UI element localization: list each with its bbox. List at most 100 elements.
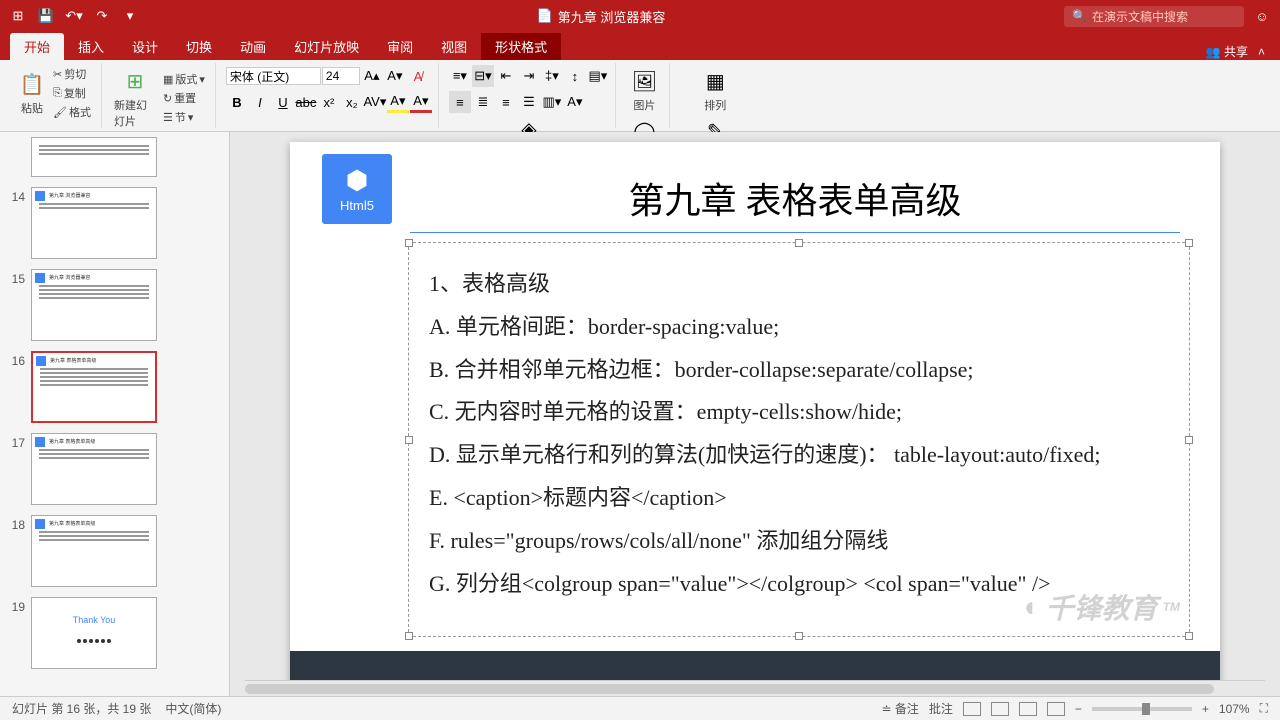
resize-handle[interactable] xyxy=(405,436,413,444)
slideshow-view-button[interactable] xyxy=(1047,702,1065,716)
increase-indent-button[interactable]: ⇥ xyxy=(518,65,540,87)
slide-title[interactable]: 第九章 表格表单高级 xyxy=(410,172,1180,233)
language-indicator[interactable]: 中文(简体) xyxy=(165,700,221,717)
tab-view[interactable]: 视图 xyxy=(427,33,481,60)
horizontal-scrollbar[interactable] xyxy=(245,680,1265,696)
user-icon[interactable]: ☺ xyxy=(1254,8,1270,24)
redo-icon[interactable]: ↷ xyxy=(94,8,110,24)
align-right-button[interactable]: ≡ xyxy=(495,91,517,113)
zoom-out-button[interactable]: − xyxy=(1075,702,1082,716)
normal-view-button[interactable] xyxy=(963,702,981,716)
slide-thumbnail[interactable] xyxy=(31,137,157,177)
content-line[interactable]: E. <caption>标题内容</caption> xyxy=(429,483,1169,514)
fit-window-button[interactable]: ⛶ xyxy=(1260,701,1268,716)
bullets-button[interactable]: ≡▾ xyxy=(449,65,471,87)
section-button[interactable]: ☰ 节 ▾ xyxy=(159,108,209,126)
tab-slideshow[interactable]: 幻灯片放映 xyxy=(280,33,373,60)
autosave-icon[interactable]: ⊞ xyxy=(10,8,26,24)
notes-button[interactable]: ≐ 备注 xyxy=(881,700,918,717)
sorter-view-button[interactable] xyxy=(991,702,1009,716)
content-line[interactable]: D. 显示单元格行和列的算法(加快运行的速度)： table-layout:au… xyxy=(429,440,1169,471)
zoom-level[interactable]: 107% xyxy=(1219,702,1250,716)
resize-handle[interactable] xyxy=(795,239,803,247)
zoom-slider[interactable] xyxy=(1092,707,1192,711)
paste-button[interactable]: 📋 粘贴 xyxy=(16,68,48,118)
slide-counter: 幻灯片 第 16 张，共 19 张 xyxy=(12,700,151,717)
font-name-select[interactable] xyxy=(226,67,321,85)
strike-button[interactable]: abc xyxy=(295,91,317,113)
slide-thumbnail[interactable]: Thank You xyxy=(31,597,157,669)
italic-button[interactable]: I xyxy=(249,91,271,113)
numbering-button[interactable]: ⊟▾ xyxy=(472,65,494,87)
content-line[interactable]: F. rules="groups/rows/cols/all/none" 添加组… xyxy=(429,526,1169,557)
subscript-button[interactable]: x₂ xyxy=(341,91,363,113)
bold-button[interactable]: B xyxy=(226,91,248,113)
tab-shapeformat[interactable]: 形状格式 xyxy=(481,33,561,60)
copy-button[interactable]: ⎘ 复制 xyxy=(49,84,95,102)
slide-footer-bar xyxy=(290,651,1220,680)
resize-handle[interactable] xyxy=(405,239,413,247)
slide-thumbnail-panel[interactable]: 14第九章 浏览器兼容 15第九章 浏览器兼容 16第九章 表格表单高级 17第… xyxy=(0,132,230,696)
font-color-button[interactable]: A▾ xyxy=(410,91,432,113)
content-line[interactable]: 1、表格高级 xyxy=(429,269,1169,300)
tab-design[interactable]: 设计 xyxy=(118,33,172,60)
char-spacing-button[interactable]: AV▾ xyxy=(364,91,386,113)
layout-button[interactable]: ▦ 版式 ▾ xyxy=(159,70,209,88)
tab-insert[interactable]: 插入 xyxy=(64,33,118,60)
picture-button[interactable]: 🖼 图片 xyxy=(628,65,660,115)
zoom-in-button[interactable]: + xyxy=(1202,702,1209,716)
slide-content-textbox[interactable]: 1、表格高级 A. 单元格间距：border-spacing:value; B.… xyxy=(408,242,1190,637)
text-direction-button[interactable]: ↕ xyxy=(564,65,586,87)
line-spacing-button[interactable]: ‡▾ xyxy=(541,65,563,87)
qat-dropdown-icon[interactable]: ▾ xyxy=(122,8,138,24)
paste-icon: 📋 xyxy=(18,70,46,98)
superscript-button[interactable]: x² xyxy=(318,91,340,113)
align-text-button[interactable]: ▤▾ xyxy=(587,65,609,87)
undo-icon[interactable]: ↶▾ xyxy=(66,8,82,24)
tab-animation[interactable]: 动画 xyxy=(226,33,280,60)
reset-button[interactable]: ↻ 重置 xyxy=(159,89,209,107)
comments-button[interactable]: 批注 xyxy=(929,700,953,717)
new-slide-icon: ⊞ xyxy=(121,67,149,95)
highlight-button[interactable]: A▾ xyxy=(387,91,409,113)
tab-start[interactable]: 开始 xyxy=(10,33,64,60)
slide-thumbnail-selected[interactable]: 第九章 表格表单高级 xyxy=(31,351,157,423)
new-slide-button[interactable]: ⊞ 新建幻灯片 xyxy=(112,65,158,131)
tab-review[interactable]: 审阅 xyxy=(373,33,427,60)
share-button[interactable]: 👥 共享 xyxy=(1206,43,1248,60)
slide-thumbnail[interactable]: 第九章 表格表单高级 xyxy=(31,515,157,587)
justify-button[interactable]: ☰ xyxy=(518,91,540,113)
watermark: ◐ 千锋教育TM xyxy=(1024,587,1180,627)
cut-button[interactable]: ✂ 剪切 xyxy=(49,65,95,83)
arrange-button[interactable]: ▦ 排列 xyxy=(699,65,731,115)
align-left-button[interactable]: ≡ xyxy=(449,91,471,113)
slide-canvas[interactable]: ⬢ Html5 第九章 表格表单高级 1、表格高级 A. xyxy=(290,142,1220,680)
increase-font-button[interactable]: A▴ xyxy=(361,65,383,87)
content-line[interactable]: B. 合并相邻单元格边框：border-collapse:separate/co… xyxy=(429,355,1169,386)
content-line[interactable]: C. 无内容时单元格的设置：empty-cells:show/hide; xyxy=(429,397,1169,428)
resize-handle[interactable] xyxy=(405,632,413,640)
clear-format-button[interactable]: A̸ xyxy=(407,65,429,87)
format-painter-button[interactable]: 🖌 格式 xyxy=(49,103,95,121)
decrease-indent-button[interactable]: ⇤ xyxy=(495,65,517,87)
font-size-select[interactable] xyxy=(322,67,360,85)
align-center-button[interactable]: ≣ xyxy=(472,91,494,113)
resize-handle[interactable] xyxy=(1185,436,1193,444)
decrease-font-button[interactable]: A▾ xyxy=(384,65,406,87)
slide-thumbnail[interactable]: 第九章 表格表单高级 xyxy=(31,433,157,505)
columns-button[interactable]: ▥▾ xyxy=(541,91,563,113)
save-icon[interactable]: 💾 xyxy=(38,8,54,24)
content-line[interactable]: A. 单元格间距：border-spacing:value; xyxy=(429,312,1169,343)
underline-button[interactable]: U xyxy=(272,91,294,113)
slide-thumbnail[interactable]: 第九章 浏览器兼容 xyxy=(31,187,157,259)
resize-handle[interactable] xyxy=(1185,632,1193,640)
text-effects-button[interactable]: A▾ xyxy=(564,91,586,113)
reading-view-button[interactable] xyxy=(1019,702,1037,716)
search-input[interactable]: 🔍 在演示文稿中搜索 xyxy=(1064,6,1244,27)
tab-transition[interactable]: 切换 xyxy=(172,33,226,60)
resize-handle[interactable] xyxy=(1185,239,1193,247)
watermark-icon: ◐ xyxy=(1024,591,1041,623)
slide-thumbnail[interactable]: 第九章 浏览器兼容 xyxy=(31,269,157,341)
collapse-ribbon-icon[interactable]: ˄ xyxy=(1258,45,1265,59)
resize-handle[interactable] xyxy=(795,632,803,640)
